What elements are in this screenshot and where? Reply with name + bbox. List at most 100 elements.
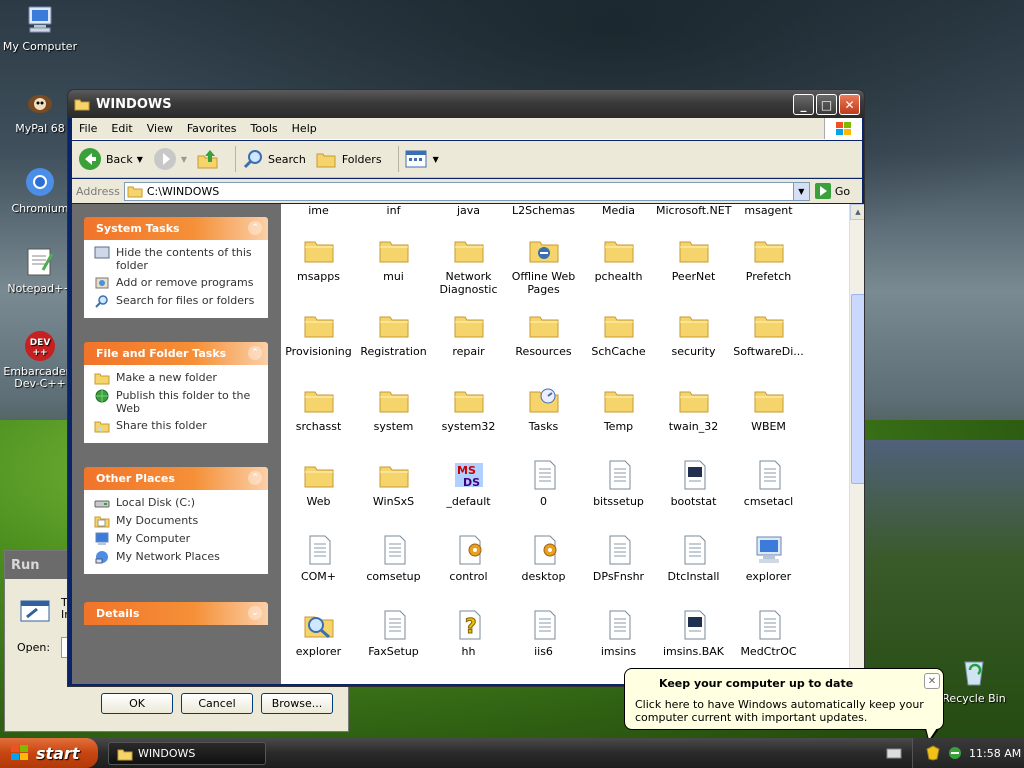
ok-button[interactable]: OK (101, 693, 173, 714)
file-item[interactable]: system32 (431, 384, 506, 433)
menu-tools[interactable]: Tools (244, 122, 285, 135)
file-item[interactable]: Web (281, 459, 356, 508)
file-item[interactable]: L2Schemas (506, 204, 581, 217)
file-item[interactable]: bootstat (656, 459, 731, 508)
file-item[interactable]: msagent (731, 204, 806, 217)
desktop-icon-my-computer[interactable]: My Computer (0, 4, 80, 53)
windows-update-icon[interactable] (947, 745, 963, 761)
vertical-scrollbar[interactable]: ▲ (849, 204, 864, 684)
file-item[interactable]: FaxSetup (356, 609, 431, 658)
back-button[interactable]: Back ▼ (78, 147, 143, 171)
task-add-remove-programs[interactable]: Add or remove programs (94, 276, 260, 290)
minimize-button[interactable]: _ (793, 94, 814, 115)
system-tasks-header[interactable]: System Tasks ⌃ (84, 217, 268, 240)
menu-file[interactable]: File (72, 122, 104, 135)
file-item[interactable]: SoftwareDi... (731, 309, 806, 358)
address-dropdown-button[interactable]: ▼ (792, 182, 809, 200)
file-item[interactable]: Temp (581, 384, 656, 433)
file-item[interactable]: PeerNet (656, 234, 731, 283)
update-notification-balloon[interactable]: Keep your computer up to date Click here… (624, 668, 944, 743)
file-item[interactable]: control (431, 534, 506, 583)
cancel-button[interactable]: Cancel (181, 693, 253, 714)
task-share-folder[interactable]: Share this folder (94, 419, 260, 433)
file-item[interactable]: COM+ (281, 534, 356, 583)
file-item[interactable]: ? hh (431, 609, 506, 658)
menu-help[interactable]: Help (285, 122, 324, 135)
file-item[interactable]: Offline Web Pages (506, 234, 581, 296)
task-search-files[interactable]: Search for files or folders (94, 294, 260, 308)
file-item[interactable]: desktop (506, 534, 581, 583)
file-item[interactable]: imsins (581, 609, 656, 658)
file-item[interactable]: inf (356, 204, 431, 217)
file-item[interactable]: security (656, 309, 731, 358)
close-button[interactable]: ✕ (839, 94, 860, 115)
file-item[interactable]: pchealth (581, 234, 656, 283)
file-item[interactable]: Tasks (506, 384, 581, 433)
file-item[interactable]: 0 (506, 459, 581, 508)
file-item[interactable]: bitssetup (581, 459, 656, 508)
file-item[interactable]: MS DS _default (431, 459, 506, 508)
file-item[interactable]: iis6 (506, 609, 581, 658)
file-item[interactable]: MedCtrOC (731, 609, 806, 658)
file-item[interactable]: mui (356, 234, 431, 283)
menu-edit[interactable]: Edit (104, 122, 139, 135)
file-item[interactable]: ime (281, 204, 356, 217)
scroll-thumb[interactable] (851, 294, 864, 484)
forward-button[interactable]: ▼ (153, 147, 187, 171)
menu-view[interactable]: View (140, 122, 180, 135)
task-hide-contents[interactable]: Hide the contents of this folder (94, 246, 260, 272)
file-item[interactable]: explorer (731, 534, 806, 583)
file-item[interactable]: Resources (506, 309, 581, 358)
file-item[interactable]: cmsetacl (731, 459, 806, 508)
folders-button[interactable]: Folders (316, 149, 382, 169)
scroll-up-button[interactable]: ▲ (850, 204, 864, 220)
keyboard-icon[interactable] (886, 746, 902, 763)
file-item[interactable]: Media (581, 204, 656, 217)
go-button[interactable]: Go (814, 182, 850, 200)
file-item[interactable]: SchCache (581, 309, 656, 358)
file-item[interactable]: WinSxS (356, 459, 431, 508)
other-places-header[interactable]: Other Places ⌃ (84, 467, 268, 490)
address-input[interactable]: C:\WINDOWS ▼ (123, 181, 810, 201)
file-item[interactable]: Microsoft.NET (656, 204, 731, 217)
window-titlebar[interactable]: WINDOWS _ □ ✕ (68, 90, 864, 118)
file-item[interactable]: system (356, 384, 431, 433)
chevron-up-icon[interactable]: ⌃ (248, 346, 262, 360)
clock[interactable]: 11:58 AM (969, 747, 1021, 760)
file-item[interactable]: Network Diagnostic (431, 234, 506, 296)
place-my-network-places[interactable]: My Network Places (94, 550, 260, 564)
security-shield-icon[interactable] (925, 745, 941, 761)
file-item[interactable]: Prefetch (731, 234, 806, 283)
place-my-computer[interactable]: My Computer (94, 532, 260, 546)
file-item[interactable]: java (431, 204, 506, 217)
chevron-up-icon[interactable]: ⌃ (248, 471, 262, 485)
file-item[interactable]: WBEM (731, 384, 806, 433)
taskbar-task-windows[interactable]: WINDOWS (108, 742, 266, 765)
views-button[interactable]: ▼ (405, 149, 439, 169)
desktop-icon-recycle-bin[interactable]: Recycle Bin (934, 656, 1014, 705)
maximize-button[interactable]: □ (816, 94, 837, 115)
file-item[interactable]: srchasst (281, 384, 356, 433)
file-item[interactable]: repair (431, 309, 506, 358)
chevron-up-icon[interactable]: ⌃ (248, 221, 262, 235)
file-item[interactable]: Registration (356, 309, 431, 358)
start-button[interactable]: start (0, 738, 98, 768)
file-item[interactable]: DPsFnshr (581, 534, 656, 583)
file-item[interactable]: imsins.BAK (656, 609, 731, 658)
task-make-new-folder[interactable]: Make a new folder (94, 371, 260, 385)
chevron-down-icon[interactable]: ⌄ (248, 606, 262, 620)
file-item[interactable]: msapps (281, 234, 356, 283)
task-publish-web[interactable]: Publish this folder to the Web (94, 389, 260, 415)
file-item[interactable]: explorer (281, 609, 356, 658)
file-item[interactable]: Provisioning (281, 309, 356, 358)
balloon-close-button[interactable]: ✕ (924, 673, 940, 689)
file-item[interactable]: comsetup (356, 534, 431, 583)
up-folder-button[interactable] (197, 148, 219, 170)
browse-button[interactable]: Browse... (261, 693, 333, 714)
details-header[interactable]: Details ⌄ (84, 602, 268, 625)
place-my-documents[interactable]: My Documents (94, 514, 260, 528)
search-button[interactable]: Search (242, 148, 306, 170)
file-item[interactable]: twain_32 (656, 384, 731, 433)
file-folder-tasks-header[interactable]: File and Folder Tasks ⌃ (84, 342, 268, 365)
menu-favorites[interactable]: Favorites (180, 122, 244, 135)
